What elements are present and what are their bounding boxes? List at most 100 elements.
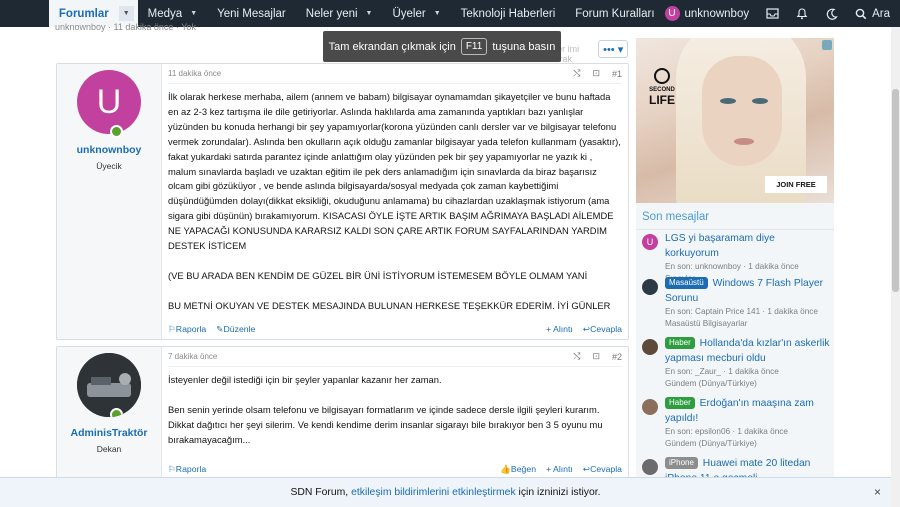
ad-image-face [702, 56, 782, 166]
thread-title[interactable]: Haber Erdoğan'ın maaşına zam yapıldı! [665, 397, 830, 426]
ad-cta-button[interactable]: JOIN FREE [765, 176, 827, 193]
avatar[interactable]: U [77, 70, 141, 138]
post-username[interactable]: unknownboy [77, 144, 142, 156]
ad-brand-bottom: LIFE [649, 93, 675, 107]
post-time[interactable]: 7 dakika önce [168, 352, 217, 361]
thread-title[interactable]: LGS yi başaramam diye korkuyorum [665, 232, 830, 261]
flag-icon: ⚐ [168, 324, 176, 334]
reply-label: Cevapla [590, 324, 622, 334]
report-label: Raporla [175, 324, 207, 334]
quote-button[interactable]: + Alıntı [546, 464, 573, 475]
thread-meta: unknownboy · 11 dakika önce · Yok [55, 22, 196, 32]
tab-teknoloji-haberleri[interactable]: Teknoloji Haberleri [451, 0, 566, 27]
bookmark-icon[interactable]: ⊡ [592, 351, 600, 362]
reply-button[interactable]: ↩Cevapla [583, 324, 622, 335]
avatar[interactable]: U [642, 234, 658, 250]
chevron-down-icon[interactable]: ▼ [366, 10, 373, 17]
chevron-down-icon[interactable]: ▼ [118, 6, 134, 21]
ad-logo: SECOND LIFE [644, 68, 680, 107]
post-body: İlk olarak herkese merhaba, ailem (annem… [168, 84, 622, 314]
close-icon[interactable]: × [874, 485, 881, 499]
quote-button[interactable]: + Alıntı [546, 324, 573, 335]
search-icon [855, 8, 867, 19]
prefix-badge: iPhone [665, 457, 698, 469]
post-paragraph: BU METNİ OKUYAN VE DESTEK MESAJINDA BULU… [168, 299, 611, 311]
notification-permission-banner: SDN Forum, etkileşim bildirimlerini etki… [0, 477, 891, 507]
avatar[interactable] [642, 339, 658, 355]
edit-button[interactable]: ✎Düzenle [216, 324, 255, 335]
post-2: AdminisTraktör Dekan 7 dakika önce ⤭ ⊡ #… [56, 346, 629, 480]
f11-key: F11 [460, 38, 488, 55]
page-scrollbar[interactable] [891, 27, 900, 507]
post-1: U unknownboy Üyecik 11 dakika önce ⤭ ⊡ #… [56, 63, 629, 340]
report-button[interactable]: ⚐Raporla [168, 324, 206, 335]
forum-name[interactable]: Gündem (Dünya/Türkiye) [665, 378, 830, 390]
post-number[interactable]: #1 [612, 69, 622, 79]
moon-icon[interactable] [825, 7, 839, 21]
latest-meta: En son: unknownboy · 1 dakika önce [665, 262, 799, 271]
list-item[interactable]: Haber Erdoğan'ın maaşına zam yapıldı! En… [642, 397, 830, 450]
post-time[interactable]: 11 dakika önce [168, 69, 221, 78]
tab-label: Yeni Mesajlar [217, 7, 286, 20]
like-label: Beğen [510, 464, 537, 474]
fullscreen-suffix: tuşuna basın [492, 40, 556, 53]
tab-yeni-mesajlar[interactable]: Yeni Mesajlar [207, 0, 296, 27]
avatar[interactable] [642, 399, 658, 415]
recent-posts-widget: Son mesajlar U LGS yi başaramam diye kor… [636, 203, 834, 483]
chevron-down-icon[interactable]: ▼ [434, 10, 441, 17]
tab-uyeler[interactable]: Üyeler ▼ [382, 0, 450, 27]
list-item[interactable]: Masaüstü Windows 7 Flash Player Sorunu E… [642, 277, 830, 330]
reply-button[interactable]: ↩Cevapla [583, 464, 622, 475]
forum-name[interactable]: Masaüstü Bilgisayarlar [665, 318, 830, 330]
prefix-badge: Haber [665, 397, 695, 409]
avatar[interactable] [642, 459, 658, 475]
bookmark-icon[interactable]: ⊡ [592, 68, 600, 79]
account-menu[interactable]: U unknownboy [664, 6, 750, 21]
avatar-image [77, 353, 141, 417]
post-content: 7 dakika önce ⤭ ⊡ #2 İsteyenler değil is… [162, 347, 628, 479]
report-button[interactable]: ⚐Raporla [168, 464, 206, 475]
inbox-icon[interactable] [765, 7, 779, 21]
avatar[interactable] [77, 353, 141, 417]
tab-label: Üyeler [392, 7, 426, 20]
online-indicator-icon [110, 125, 123, 138]
bell-icon[interactable] [795, 7, 809, 21]
flag-icon: ⚐ [168, 464, 176, 474]
enable-notifications-link[interactable]: etkileşim bildirimlerini etkinleştirmek [351, 487, 516, 498]
avatar[interactable] [642, 279, 658, 295]
share-icon[interactable]: ⤭ [573, 351, 580, 362]
account-username: unknownboy [684, 7, 750, 20]
latest-meta: En son: _Zaur_ · 1 dakika önce [665, 367, 779, 376]
post-username[interactable]: AdminisTraktör [70, 427, 147, 439]
search-button[interactable]: Ara [855, 8, 890, 20]
tab-label: Neler yeni [305, 7, 358, 20]
tab-forum-kurallari[interactable]: Forum Kuralları [565, 0, 664, 27]
fullscreen-prefix: Tam ekrandan çıkmak için [328, 40, 456, 53]
list-item[interactable]: Haber Hollanda'da kızlar'ın askerlik yap… [642, 337, 830, 390]
thread-title[interactable]: Haber Hollanda'da kızlar'ın askerlik yap… [665, 337, 830, 366]
user-role: Üyecik [96, 161, 122, 171]
share-icon[interactable]: ⤭ [573, 68, 580, 79]
widget-title[interactable]: Son mesajlar [636, 203, 834, 230]
post-tools: ⤭ ⊡ #1 [573, 68, 622, 79]
adchoices-icon[interactable] [822, 40, 832, 50]
post-number[interactable]: #2 [612, 352, 622, 362]
tab-label: Medya [147, 7, 183, 20]
more-options-button[interactable]: ••• ▾ [598, 40, 628, 58]
report-label: Raporla [175, 464, 207, 474]
post-footer: ⚐Raporla 👍Beğen + Alıntı ↩Cevapla [168, 464, 622, 475]
post-user-panel: AdminisTraktör Dekan [57, 347, 162, 479]
scrollbar-thumb[interactable] [892, 89, 899, 292]
like-button[interactable]: 👍Beğen [500, 464, 536, 475]
latest-meta: En son: Captain Price 141 · 1 dakika önc… [665, 307, 818, 316]
thread-title[interactable]: Masaüstü Windows 7 Flash Player Sorunu [665, 277, 830, 306]
tab-neler-yeni[interactable]: Neler yeni ▼ [296, 0, 383, 27]
online-indicator-icon [110, 408, 123, 417]
latest-meta: En son: epsilon06 · 1 dakika önce [665, 427, 788, 436]
ad-banner[interactable]: SECOND LIFE JOIN FREE [636, 38, 834, 203]
chevron-down-icon[interactable]: ▼ [190, 10, 197, 17]
thumbs-up-icon: 👍 [500, 464, 511, 474]
post-paragraph: İsteyenler değil istediği için bir şeyle… [168, 374, 442, 385]
prefix-badge: Haber [665, 337, 695, 349]
forum-name[interactable]: Gündem (Dünya/Türkiye) [665, 438, 830, 450]
